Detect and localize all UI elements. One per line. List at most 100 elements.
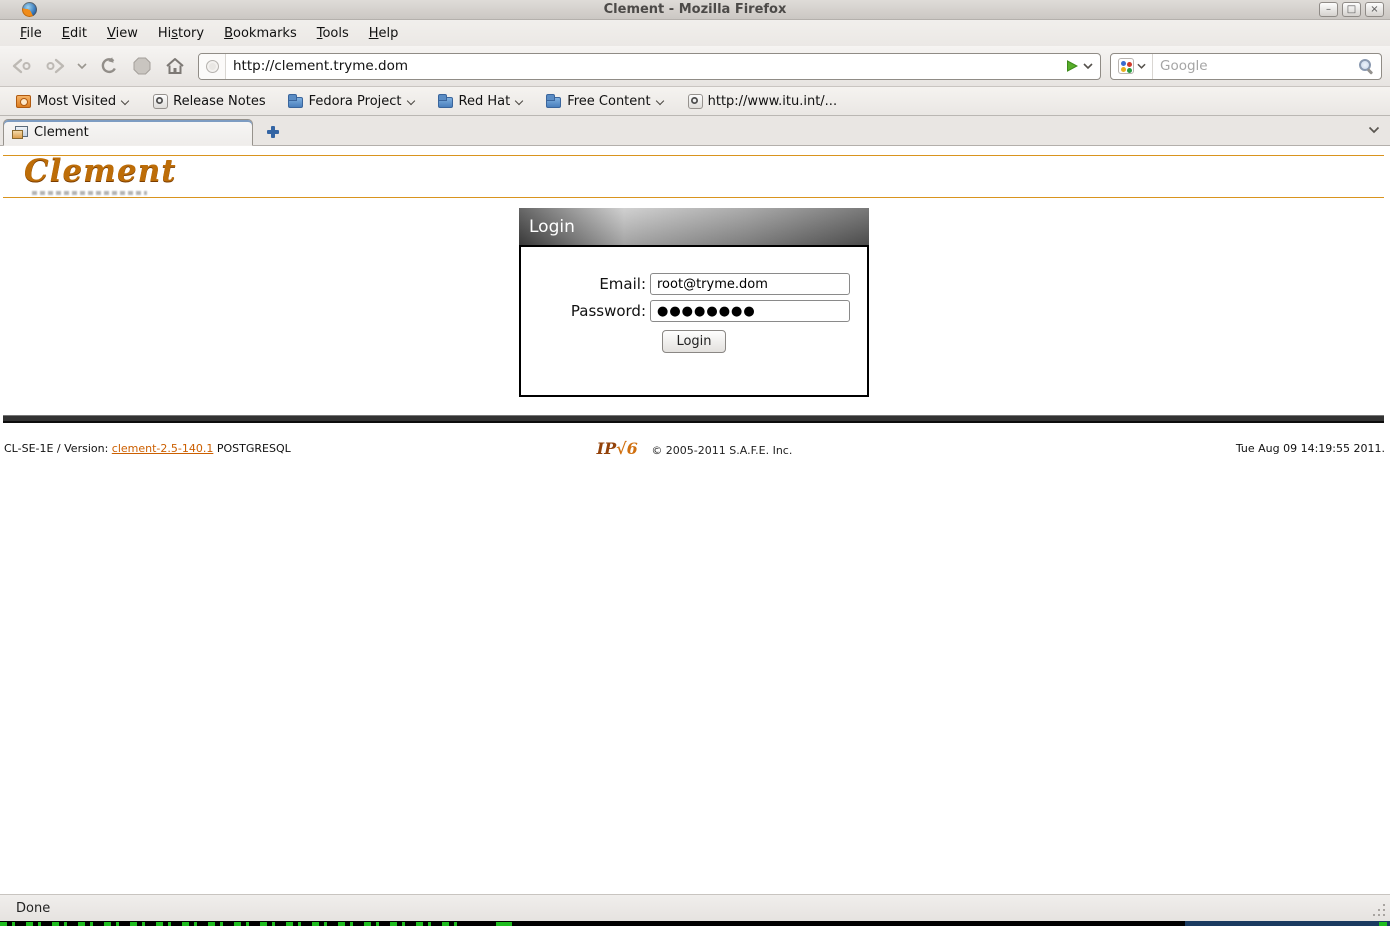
system-id: CL-SE-1E / Version: xyxy=(4,442,112,455)
bookmark-item-release-notes[interactable]: Release Notes xyxy=(144,92,273,111)
login-button[interactable]: Login xyxy=(662,330,725,353)
bookmark-label: Most Visited xyxy=(37,94,116,109)
folder-icon xyxy=(438,94,454,108)
green-dashes-decoration xyxy=(0,922,465,926)
site-logo: Clement xyxy=(24,154,177,188)
forward-arrow-icon xyxy=(43,58,67,74)
bookmark-label: Release Notes xyxy=(173,94,265,109)
menu-item-tools[interactable]: Tools xyxy=(307,23,359,44)
window-controls: – □ × xyxy=(1319,2,1384,17)
back-button[interactable] xyxy=(8,52,36,80)
footer-divider-bar xyxy=(3,415,1384,423)
version-link[interactable]: clement-2.5-140.1 xyxy=(112,442,214,455)
ipv6-logo: IP√6 xyxy=(597,439,638,458)
new-tab-button[interactable] xyxy=(265,124,281,140)
tab-label: Clement xyxy=(34,125,89,140)
google-icon xyxy=(1118,58,1134,74)
chevron-down-icon xyxy=(121,98,130,105)
bookmark-label: http://www.itu.int/... xyxy=(708,94,837,109)
navigation-toolbar xyxy=(0,46,1390,87)
page-icon xyxy=(152,94,168,108)
plus-icon xyxy=(267,130,279,134)
header-rule-top xyxy=(3,155,1384,156)
bookmark-item-free-content[interactable]: Free Content xyxy=(538,92,672,111)
home-icon xyxy=(165,57,185,75)
forward-button[interactable] xyxy=(41,52,69,80)
chevron-down-icon xyxy=(656,98,665,105)
bookmarks-toolbar: Most Visited Release Notes Fedora Project R… xyxy=(0,87,1390,116)
maximize-button[interactable]: □ xyxy=(1342,2,1361,17)
menu-item-bookmarks[interactable]: Bookmarks xyxy=(214,23,307,44)
title-bar: Clement - Mozilla Firefox – □ × xyxy=(0,0,1390,20)
bookmark-item-red-hat[interactable]: Red Hat xyxy=(430,92,533,111)
url-bar-actions xyxy=(1059,54,1100,79)
folder-icon xyxy=(546,94,562,108)
login-panel-header: Login xyxy=(519,208,869,245)
chevron-down-icon xyxy=(1137,63,1146,69)
tab-clement[interactable]: Clement xyxy=(3,119,253,146)
window-title: Clement - Mozilla Firefox xyxy=(0,2,1390,17)
navy-edge-decoration xyxy=(1185,921,1390,926)
default-favicon-icon xyxy=(206,60,219,73)
logo-tagline-blur xyxy=(32,191,147,195)
reload-icon xyxy=(99,56,119,76)
search-input[interactable] xyxy=(1153,58,1358,74)
login-button-row: Login xyxy=(521,330,867,353)
bookmark-item-fedora-project[interactable]: Fedora Project xyxy=(280,92,424,111)
page-footer: CL-SE-1E / Version: clement-2.5-140.1 PO… xyxy=(4,442,1385,455)
password-row: Password: xyxy=(521,300,867,322)
bookmark-label: Red Hat xyxy=(459,94,511,109)
url-bar[interactable] xyxy=(198,53,1101,80)
bottom-edge-strip xyxy=(0,921,1390,926)
search-engine-selector[interactable] xyxy=(1111,54,1153,79)
login-panel: Login Email: Password: Login xyxy=(519,208,869,397)
footer-datetime: Tue Aug 09 14:19:55 2011. xyxy=(1236,442,1385,455)
tab-bar: Clement xyxy=(0,116,1390,146)
password-field[interactable] xyxy=(650,300,850,322)
menu-item-view[interactable]: View xyxy=(97,23,148,44)
back-arrow-icon xyxy=(10,58,34,74)
back-forward-dropdown[interactable] xyxy=(74,52,90,80)
folder-icon xyxy=(288,94,304,108)
search-magnifier-icon[interactable] xyxy=(1358,58,1374,74)
tab-favicon-icon xyxy=(12,126,28,139)
url-history-dropdown-icon[interactable] xyxy=(1083,63,1093,69)
search-box[interactable] xyxy=(1110,53,1382,80)
chevron-down-icon xyxy=(515,98,524,105)
database-label: POSTGRESQL xyxy=(213,442,290,455)
site-identity-box[interactable] xyxy=(199,54,226,79)
chevron-down-icon xyxy=(1368,126,1380,134)
minimize-button[interactable]: – xyxy=(1319,2,1338,17)
close-button[interactable]: × xyxy=(1365,2,1384,17)
copyright-text: © 2005-2011 S.A.F.E. Inc. xyxy=(651,444,792,457)
status-bar: Done xyxy=(0,894,1390,921)
go-arrow-icon[interactable] xyxy=(1066,60,1078,72)
password-label: Password: xyxy=(538,302,650,320)
menu-item-help[interactable]: Help xyxy=(359,23,409,44)
system-version-text: CL-SE-1E / Version: clement-2.5-140.1 PO… xyxy=(4,442,291,455)
bookmark-label: Fedora Project xyxy=(309,94,402,109)
menu-bar: FileEditViewHistoryBookmarksToolsHelp xyxy=(0,20,1390,46)
chevron-down-icon xyxy=(407,98,416,105)
email-row: Email: xyxy=(521,273,867,295)
list-all-tabs-button[interactable] xyxy=(1368,126,1380,134)
status-text: Done xyxy=(16,901,50,916)
header-rule-bottom xyxy=(3,197,1384,198)
resize-grip[interactable] xyxy=(1372,903,1386,917)
reload-button[interactable] xyxy=(95,52,123,80)
chevron-down-icon xyxy=(77,63,87,69)
email-label: Email: xyxy=(538,275,650,293)
bookmark-label: Free Content xyxy=(567,94,650,109)
menu-item-file[interactable]: File xyxy=(10,23,52,44)
url-input[interactable] xyxy=(226,58,1059,74)
menu-item-history[interactable]: History xyxy=(148,23,214,44)
stop-button[interactable] xyxy=(128,52,156,80)
page-icon xyxy=(687,94,703,108)
menu-item-edit[interactable]: Edit xyxy=(52,23,97,44)
login-form: Email: Password: Login xyxy=(519,245,869,397)
home-button[interactable] xyxy=(161,52,189,80)
bookmark-item-most-visited[interactable]: Most Visited xyxy=(8,92,138,111)
stop-octagon-icon xyxy=(133,57,151,75)
email-field[interactable] xyxy=(650,273,850,295)
bookmark-item-http-www-itu-int[interactable]: http://www.itu.int/... xyxy=(679,92,845,111)
